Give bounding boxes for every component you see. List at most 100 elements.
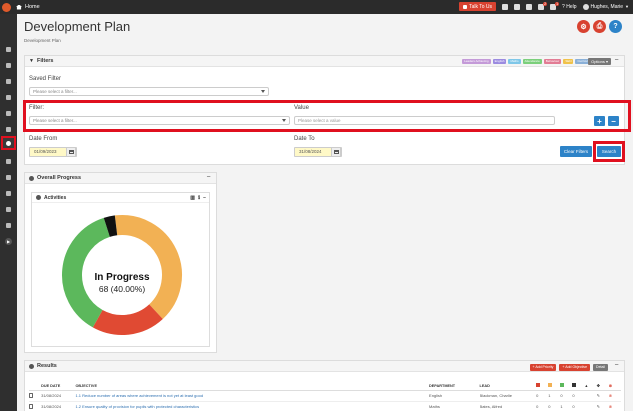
sidebar-item-files[interactable] [2,172,15,183]
filter-icon: ▼ [29,58,34,64]
messages-icon[interactable]: 2 [538,1,548,10]
row-objective[interactable]: 1.2 Ensure quality of provision for pupi… [75,401,430,411]
home-label: Home [25,4,40,10]
date-from-calendar-button[interactable] [66,147,76,157]
collapse-progress-button[interactable]: − [205,174,212,181]
breadcrumb[interactable]: Development Plan [24,38,61,43]
help-link[interactable]: ? Help [562,4,576,10]
row-file[interactable] [29,401,42,411]
people-icon[interactable] [502,3,509,10]
row-objective[interactable]: 1.1 Reduce number of areas where achieve… [75,390,430,402]
remove-filter-button[interactable]: − [608,116,619,126]
table-row[interactable]: 31/08/2024 1.1 Reduce number of areas whe… [29,390,621,402]
folder-icon [6,159,11,164]
header-lead[interactable]: LEAD [479,382,537,391]
filter-select[interactable]: Please select a filter... [29,116,290,125]
collapse-results-button[interactable]: − [613,362,620,369]
date-to-calendar-button[interactable] [331,147,341,157]
pin-icon [6,95,11,100]
status-red-icon [536,383,541,388]
row-delete[interactable]: ⊗ [608,401,621,411]
row-objective-link[interactable]: 1.2 Ensure quality of provision for pupi… [75,404,199,409]
sidebar-item-development-plan[interactable] [1,136,16,150]
sidebar-item-book[interactable] [2,108,15,119]
saved-filter-label: Saved Filter [29,76,62,82]
value-input[interactable]: Please select a value [294,116,555,125]
options-button[interactable]: Options ▾ [588,58,611,65]
sidebar-item-check[interactable] [2,76,15,87]
clear-filters-button[interactable]: Clear Filters [560,146,592,157]
file-icon[interactable] [29,392,33,398]
help-button[interactable]: ? [609,20,622,33]
row-delete[interactable]: ⊗ [608,390,621,402]
donut-segment[interactable] [103,215,118,237]
row-edit[interactable]: ✎ [596,390,609,402]
results-table: DUE DATE OBJECTIVE DEPARTMENT LEAD ▲ ✥ ⊗… [29,382,621,411]
row-warning [584,401,597,411]
add-filter-button[interactable]: + [594,116,605,126]
print-button[interactable]: ⎙ [593,20,606,33]
calendar-icon [68,150,74,154]
notifications-icon[interactable]: 1 [550,1,560,10]
delete-icon[interactable]: ⊗ [609,393,612,398]
header-department[interactable]: DEPARTMENT [429,382,480,391]
sidebar-item-folder[interactable] [2,156,15,167]
activities-title: Activities [44,194,67,201]
filter-tag[interactable]: Leaders Achieving [462,59,491,64]
filter-tag[interactable]: English [492,59,507,64]
edit-icon[interactable]: ✎ [597,404,600,409]
header-objective[interactable]: OBJECTIVE [75,382,430,391]
overall-progress-header[interactable]: Overall Progress [25,173,216,184]
detail-button[interactable]: Detail [593,364,608,371]
header-due-date[interactable]: DUE DATE [41,382,76,391]
filter-tag[interactable]: Behaviour [543,59,562,64]
add-priority-button[interactable]: + Add Priority [529,364,557,371]
tasks-icon[interactable] [526,3,533,10]
chat-icon [463,4,468,9]
talk-to-us-button[interactable]: Talk To Us [459,2,497,11]
filter-tag[interactable]: SEN [563,59,574,64]
saved-filter-select[interactable]: Please select a filter... [29,87,269,96]
options-label: Options [591,59,605,64]
row-file[interactable] [29,390,42,402]
row-status-count: 1 [560,401,573,411]
file-icon[interactable] [29,403,33,409]
share-button[interactable]: ⚙ [577,20,590,33]
app-logo[interactable] [2,2,11,12]
sidebar-item-people[interactable] [2,60,15,71]
delete-icon[interactable]: ⊗ [609,404,612,409]
table-row[interactable]: 31/08/2024 1.2 Ensure quality of provisio… [29,401,621,411]
people-icon [6,63,11,68]
filter-tags: Leaders Achieving English Maths Attendance B… [462,59,594,64]
row-edit[interactable]: ✎ [596,401,609,411]
sidebar-item-settings[interactable] [2,220,15,231]
home-link[interactable]: Home [16,4,40,10]
filter-tag[interactable]: Attendance [522,59,542,64]
row-objective-link[interactable]: 1.1 Reduce number of areas where achieve… [75,393,203,398]
user-icon [6,207,11,212]
donut-segment[interactable] [92,303,163,335]
filter-tag[interactable]: Maths [508,59,521,64]
info-icon[interactable]: ℹ [198,195,200,201]
status-amber-icon [548,383,553,388]
print-icon: ⎙ [596,22,603,30]
bar-chart-icon[interactable]: ▥ [190,195,195,201]
donut-count: 68 (40.00%) [98,284,146,294]
sidebar-item-calendar[interactable] [2,188,15,199]
add-objective-button[interactable]: + Add Objective [559,364,591,371]
add-priority-label: Add Priority [535,365,554,369]
user-menu[interactable]: Hughes, Marie ▼ [582,3,629,10]
row-status-count: 0 [572,401,585,411]
collapse-filters-button[interactable]: − [613,57,620,64]
link-icon[interactable] [514,3,521,10]
gear-icon [6,223,11,228]
collapse-activities-button[interactable]: − [203,195,206,201]
sidebar-item-chart[interactable] [2,124,15,135]
sidebar-item-pin[interactable] [2,92,15,103]
search-button[interactable]: Search [597,146,621,157]
donut-segment[interactable] [114,215,182,319]
sidebar-item-user[interactable] [2,204,15,215]
sidebar-expand[interactable]: ▶ [2,236,15,247]
sidebar-item-home[interactable] [2,44,15,55]
edit-icon[interactable]: ✎ [597,393,600,398]
